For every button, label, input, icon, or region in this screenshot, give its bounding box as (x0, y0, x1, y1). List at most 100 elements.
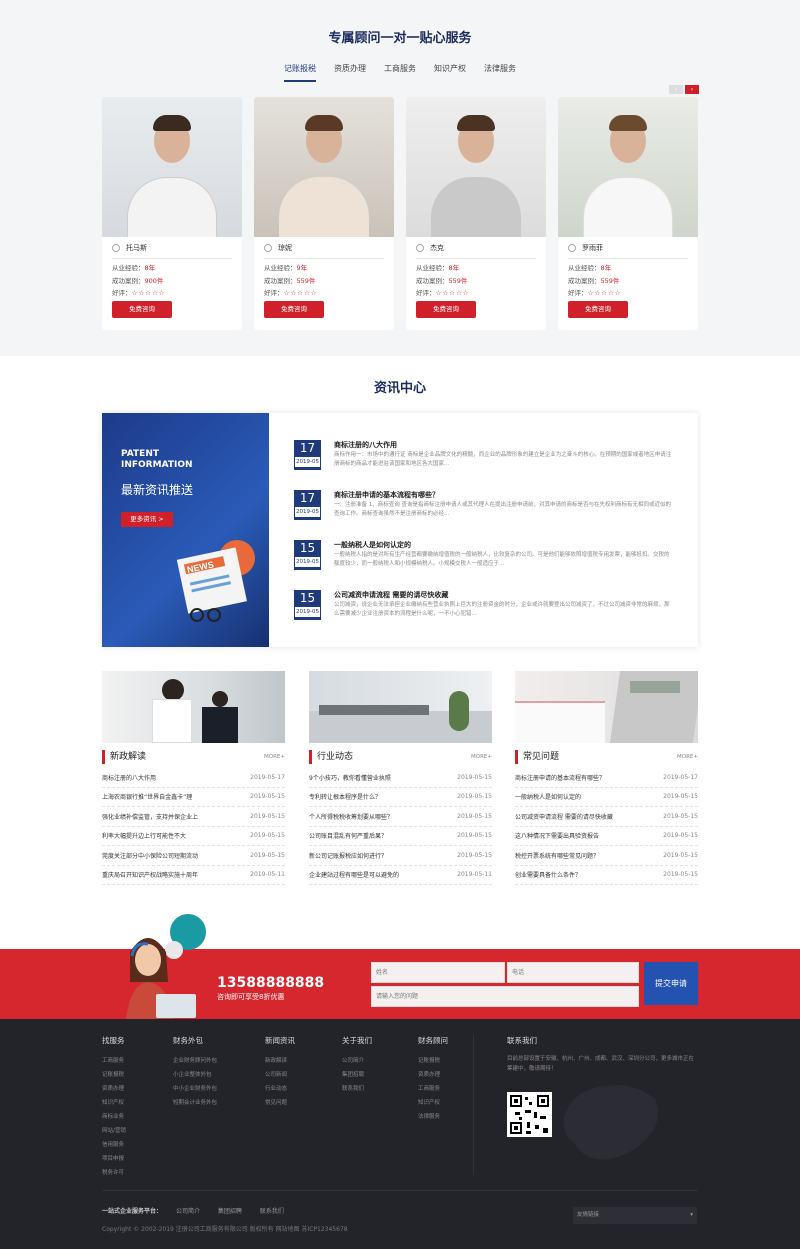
column-title: 常见问题 (523, 752, 560, 762)
news-title[interactable]: 商标注册的八大作用 (334, 440, 397, 450)
name-input[interactable]: 姓名 (371, 962, 505, 983)
user-icon (112, 244, 120, 252)
free-consult-button[interactable]: 免费咨询 (568, 301, 628, 318)
free-consult-button[interactable]: 免费咨询 (112, 301, 172, 318)
list-item[interactable]: 商标注册的八大作用 2019-05-17 (102, 768, 285, 788)
footer-link[interactable]: 商标业务 (102, 1110, 126, 1124)
prev-arrow-icon[interactable]: ‹ (669, 85, 683, 94)
list-item[interactable]: 企业建站过程有哪些是可以避免的 2019-05-11 (309, 866, 492, 885)
platform-link[interactable]: 公司简介 (176, 1208, 200, 1215)
next-arrow-icon[interactable]: › (685, 85, 699, 94)
footer-link[interactable]: 工商服务 (418, 1082, 448, 1096)
list-item[interactable]: 重庆局召开知识产权战略实施十周年 2019-05-11 (102, 866, 285, 885)
footer-link[interactable]: 知识产权 (418, 1096, 448, 1110)
tab-legal[interactable]: 法律服务 (484, 63, 516, 82)
news-item[interactable]: 17 2019-05 商标注册的八大作用 商标作用一：市场中的通行证 商标是企业品… (294, 440, 674, 484)
news-title[interactable]: 商标注册申请的基本流程有哪些？ (334, 490, 439, 500)
list-item[interactable]: 利率大幅提升边上行可能性不大 2019-05-15 (102, 827, 285, 846)
footer-link[interactable]: 公司新闻 (265, 1068, 295, 1082)
list-item[interactable]: 一般纳税人是如何认定的 2019-05-15 (515, 788, 698, 807)
list-item[interactable]: 个人所得税税收筹划要从哪些？ 2019-05-15 (309, 807, 492, 827)
list-item-title: 上海农商银行推“世界自金鑫卡”理 (102, 794, 193, 802)
tab-ip[interactable]: 知识产权 (434, 63, 466, 82)
list-item[interactable]: 专利转让根本程序是什么？ 2019-05-15 (309, 788, 492, 807)
news-title[interactable]: 一般纳税人是如何认定的 (334, 540, 411, 550)
footer-link[interactable]: 小企业整体外包 (173, 1068, 217, 1082)
footer-link[interactable]: 网站/营销 (102, 1124, 126, 1138)
more-link[interactable]: MORE+ (677, 750, 698, 764)
news-item[interactable]: 17 2019-05 商标注册申请的基本流程有哪些？ 一、注册准备 1、商标查询 … (294, 490, 674, 534)
news-item[interactable]: 15 2019-05 一般纳税人是如何认定的 一般纳税人指的是对所有生产经营都要缴… (294, 540, 674, 584)
list-item-title: 公司减资申请流程 需要的请尽快收藏 (515, 813, 613, 821)
list-item[interactable]: 公司减资申请流程 需要的请尽快收藏 2019-05-15 (515, 807, 698, 827)
footer-link[interactable]: 记账报税 (418, 1054, 448, 1068)
news-month: 2019-05 (295, 457, 320, 467)
advisor-photo (406, 97, 546, 237)
footer-link[interactable]: 企业财务顾问外包 (173, 1054, 217, 1068)
footer-link[interactable]: 联系我们 (342, 1082, 372, 1096)
footer-link[interactable]: 记账报税 (102, 1068, 126, 1082)
free-consult-button[interactable]: 免费咨询 (264, 301, 324, 318)
list-item[interactable]: 税控开票系统有哪些常见问题？ 2019-05-15 (515, 846, 698, 866)
banner-cn-title: 最新资讯推送 (121, 483, 194, 497)
list-item[interactable]: 9个小技巧，教你看懂营业执照 2019-05-15 (309, 768, 492, 788)
footer-link[interactable]: 信用服务 (102, 1138, 126, 1152)
news-title[interactable]: 公司减资申请流程 需要的请尽快收藏 (334, 590, 448, 600)
more-link[interactable]: MORE+ (471, 750, 492, 764)
list-item[interactable]: 公司账目混乱有何严重后果？ 2019-05-15 (309, 827, 492, 846)
tab-qualification[interactable]: 资质办理 (334, 63, 366, 82)
question-input[interactable]: 请输入您的问题 (371, 986, 639, 1007)
list-item[interactable]: 新公司记账报税应如何进行？ 2019-05-15 (309, 846, 492, 866)
tab-business[interactable]: 工商服务 (384, 63, 416, 82)
cases-value: 900件 (144, 277, 164, 285)
date-box: 17 2019-05 (294, 440, 321, 470)
list-item[interactable]: 强化业绩补偿监管，支持并保企业上 2019-05-15 (102, 807, 285, 827)
list-item-date: 2019-05-17 (663, 773, 698, 781)
list-item-date: 2019-05-15 (663, 812, 698, 820)
footer-link[interactable]: 行业动态 (265, 1082, 295, 1096)
copyright: Copyright © 2002-2019 注册公司工商服务有限公司 版权所有 … (102, 1226, 348, 1233)
more-link[interactable]: MORE+ (264, 750, 285, 764)
list-item[interactable]: 创业需要具备什么条件？ 2019-05-15 (515, 866, 698, 885)
hotline-number: 13588888888 (217, 975, 325, 991)
cases-label: 成功案例： (264, 277, 297, 285)
footer-link[interactable]: 常见问题 (265, 1096, 295, 1110)
platform-link[interactable]: 集团招聘 (218, 1208, 242, 1215)
footer-link[interactable]: 资质办理 (102, 1082, 126, 1096)
chevron-down-icon: ▾ (690, 1212, 693, 1218)
date-box: 17 2019-05 (294, 490, 321, 520)
footer-link[interactable]: 集团招聘 (342, 1068, 372, 1082)
footer-link[interactable]: 知识产权 (102, 1096, 126, 1110)
column-title: 新政解读 (110, 752, 147, 762)
cases-value: 559件 (600, 277, 620, 285)
footer-link[interactable]: 工商服务 (102, 1054, 126, 1068)
footer-link[interactable]: 新政解读 (265, 1054, 295, 1068)
footer-link[interactable]: 公司简介 (342, 1054, 372, 1068)
date-box: 15 2019-05 (294, 540, 321, 570)
footer-link[interactable]: 税务许可 (102, 1166, 126, 1180)
star-rating-icon: ☆☆☆☆☆ (587, 289, 622, 297)
list-item-title: 专利转让根本程序是什么？ (309, 794, 382, 802)
footer-link[interactable]: 中小企业财务外包 (173, 1082, 217, 1096)
footer-col-title: 关于我们 (342, 1036, 372, 1045)
platform-link[interactable]: 联系我们 (260, 1208, 284, 1215)
hotline-subtitle: 咨询即可享受8折优惠 (217, 993, 285, 1001)
footer-link[interactable]: 资质办理 (418, 1068, 448, 1082)
tab-bookkeeping[interactable]: 记账报税 (284, 63, 316, 82)
more-news-button[interactable]: 更多资讯 > (121, 512, 173, 527)
news-item[interactable]: 15 2019-05 公司减资申请流程 需要的请尽快收藏 公司减资，说企业无法承担… (294, 590, 674, 634)
free-consult-button[interactable]: 免费咨询 (416, 301, 476, 318)
list-item[interactable]: 商标注册申请的基本流程有哪些？ 2019-05-17 (515, 768, 698, 788)
footer-link[interactable]: 法律服务 (418, 1110, 448, 1124)
phone-input[interactable]: 电话 (507, 962, 639, 983)
list-item[interactable]: 这八种情况下需要出具验资报告 2019-05-15 (515, 827, 698, 846)
list-item[interactable]: 上海农商银行推“世界自金鑫卡”理 2019-05-15 (102, 788, 285, 807)
footer-link[interactable]: 项目申报 (102, 1152, 126, 1166)
news-center-title: 资讯中心 (373, 381, 426, 396)
friend-link-select[interactable]: 友情链接 ▾ (573, 1207, 697, 1224)
list-item[interactable]: 莞度关注部分中小保险公司短期流动 2019-05-15 (102, 846, 285, 866)
submit-button[interactable]: 提交申请 (644, 962, 698, 1005)
cases-value: 559件 (448, 277, 468, 285)
list-item-title: 9个小技巧，教你看懂营业执照 (309, 774, 391, 782)
footer-link[interactable]: 短期会计业务外包 (173, 1096, 217, 1110)
